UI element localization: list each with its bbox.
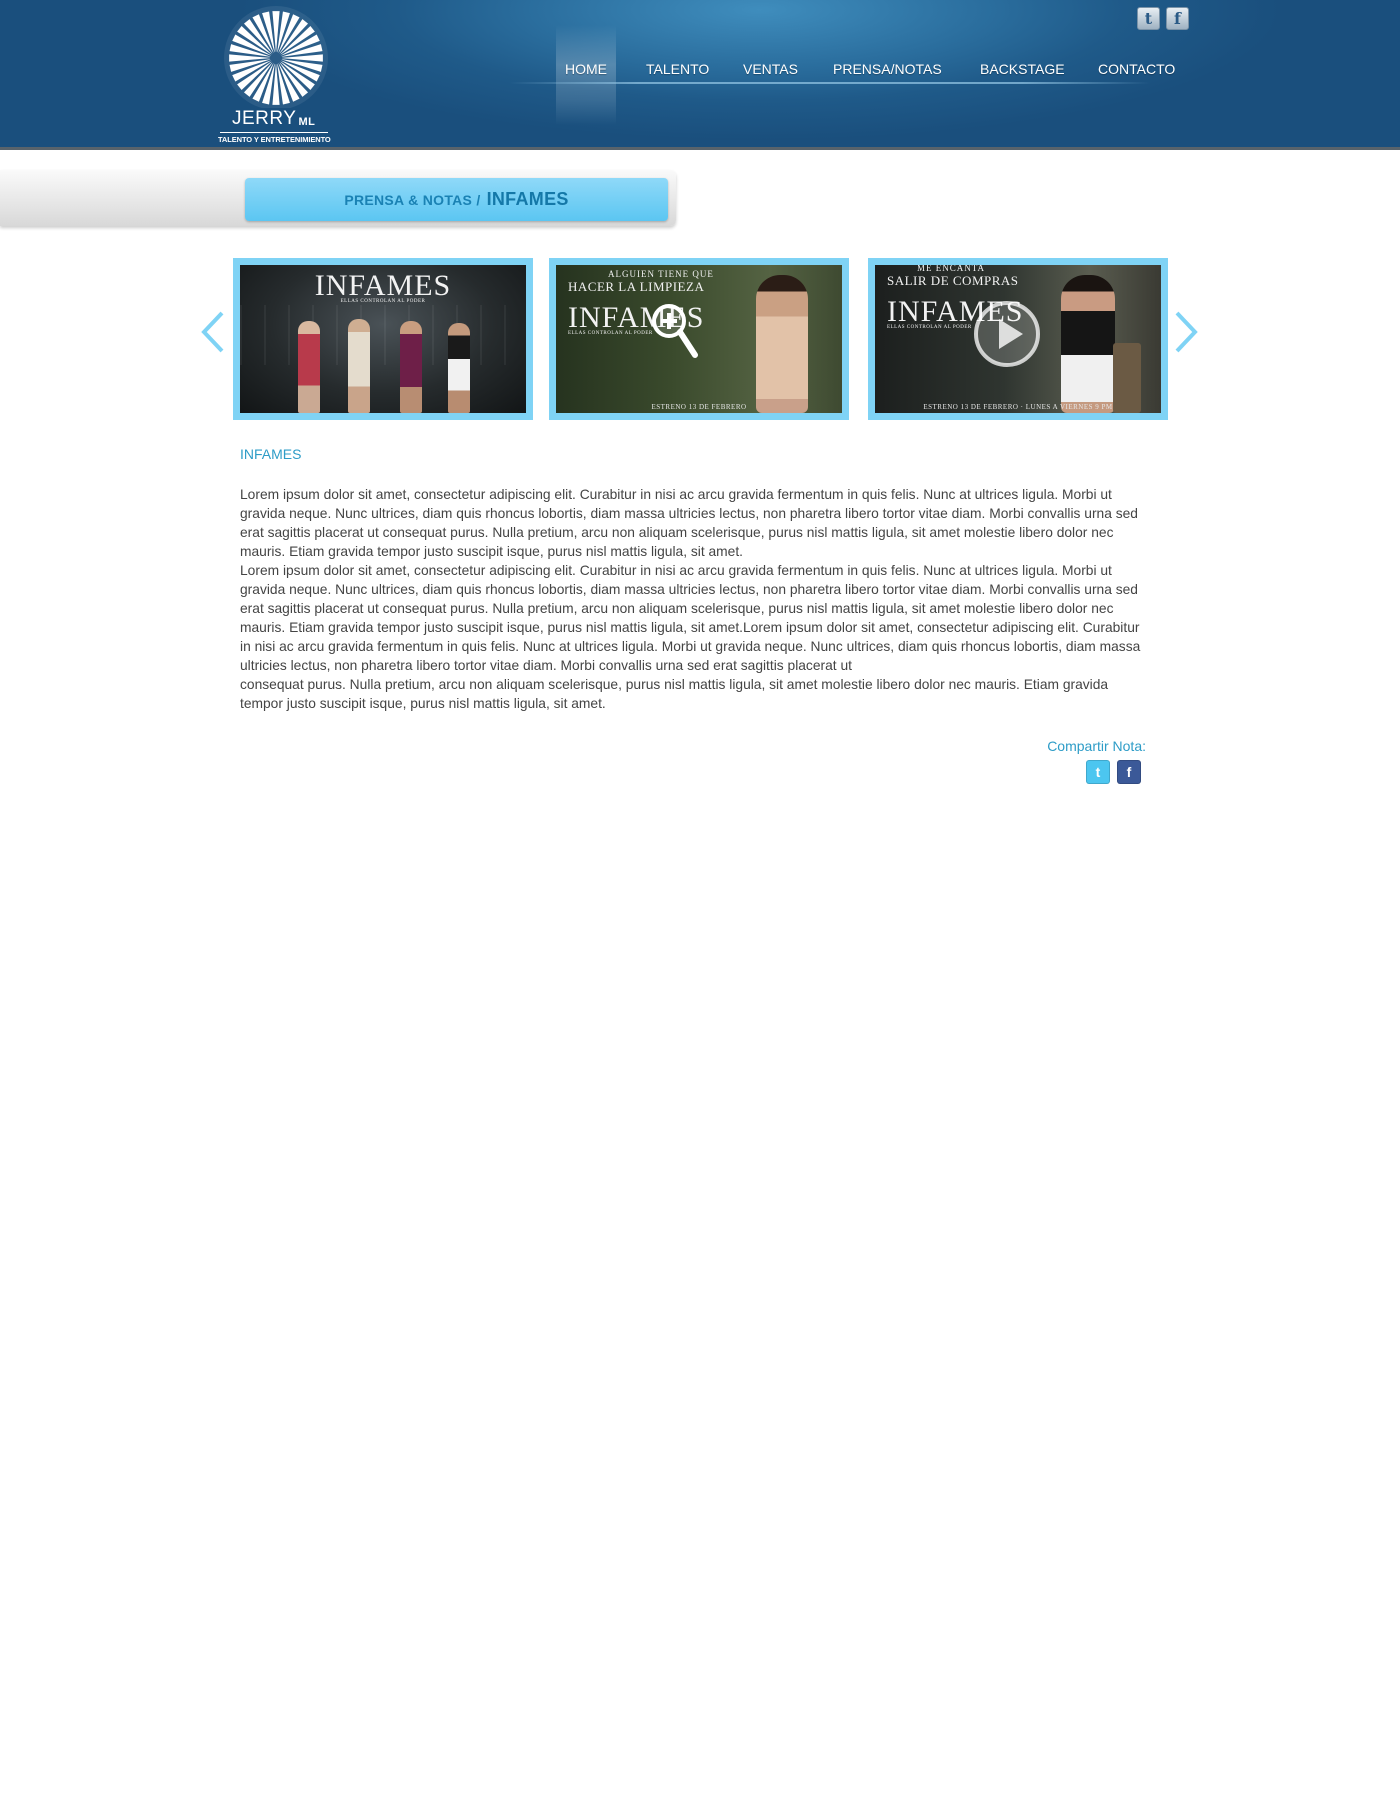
sunburst-logo-icon [224, 6, 328, 108]
gallery-thumb-1[interactable]: INFAMES ELLAS CONTROLAN AL PODER [233, 258, 533, 420]
gallery-thumb-3[interactable]: ME ENCANTA SALIR DE COMPRAS INFAMES ELLA… [868, 258, 1168, 420]
chevron-left-icon[interactable] [200, 310, 226, 354]
play-icon[interactable] [972, 299, 1042, 369]
article-paragraph: Lorem ipsum dolor sit amet, consectetur … [240, 563, 1141, 673]
twitter-icon[interactable]: t [1137, 7, 1160, 30]
zoom-icon [652, 304, 698, 358]
figure [298, 321, 320, 413]
nav-underline [510, 82, 1150, 84]
gallery-title: INFAMES ELLAS CONTROLAN AL PODER [314, 269, 452, 304]
section-title: PRENSA & NOTAS / INFAMES [245, 178, 668, 221]
release-date: ESTRENO 13 DE FEBRERO · LUNES A VIERNES … [923, 403, 1113, 411]
nav-item-talento[interactable]: TALENTO [646, 61, 709, 77]
article-paragraph: consequat purus. Nulla pretium, arcu non… [240, 677, 1109, 711]
facebook-icon[interactable]: f [1117, 760, 1141, 784]
gallery-image: ALGUIEN TIENE QUE HACER LA LIMPIEZA INFA… [556, 265, 842, 413]
facebook-icon[interactable]: f [1166, 7, 1189, 30]
share-label: Compartir Nota: [1047, 738, 1146, 754]
page-title: INFAMES [486, 189, 569, 209]
share-links: t f [1086, 760, 1141, 784]
figure [448, 323, 470, 413]
article: INFAMES Lorem ipsum dolor sit amet, cons… [240, 446, 1152, 713]
logo-name: JERRY ML [232, 108, 316, 129]
figure [1061, 275, 1115, 413]
gallery-image: INFAMES ELLAS CONTROLAN AL PODER [240, 265, 526, 413]
figure [400, 321, 422, 413]
nav-item-contacto[interactable]: CONTACTO [1098, 61, 1175, 77]
figure [348, 319, 370, 413]
nav-item-ventas[interactable]: VENTAS [743, 61, 798, 77]
logo-tagline: TALENTO Y ENTRETENIMIENTO [218, 135, 331, 144]
gallery-thumb-2[interactable]: ALGUIEN TIENE QUE HACER LA LIMPIEZA INFA… [549, 258, 849, 420]
logo[interactable]: JERRY ML TALENTO Y ENTRETENIMIENTO [218, 4, 334, 144]
release-date: ESTRENO 13 DE FEBRERO [651, 403, 747, 411]
chevron-right-icon[interactable] [1173, 310, 1199, 354]
article-paragraph: Lorem ipsum dolor sit amet, consectetur … [240, 487, 1138, 559]
nav-item-home[interactable]: HOME [565, 61, 607, 77]
article-title: INFAMES [240, 446, 302, 462]
logo-divider [220, 132, 328, 133]
gallery-image: ME ENCANTA SALIR DE COMPRAS INFAMES ELLA… [875, 265, 1161, 413]
nav-item-backstage[interactable]: BACKSTAGE [980, 61, 1065, 77]
nav-item-prensa-notas[interactable]: PRENSA/NOTAS [833, 61, 942, 77]
twitter-icon[interactable]: t [1086, 760, 1110, 784]
background-grid [240, 305, 526, 365]
breadcrumb[interactable]: PRENSA & NOTAS / [344, 192, 480, 208]
header-social-links: t f [1137, 7, 1189, 30]
figure [756, 275, 808, 413]
site-header: JERRY ML TALENTO Y ENTRETENIMIENTO t f HO… [0, 0, 1400, 150]
